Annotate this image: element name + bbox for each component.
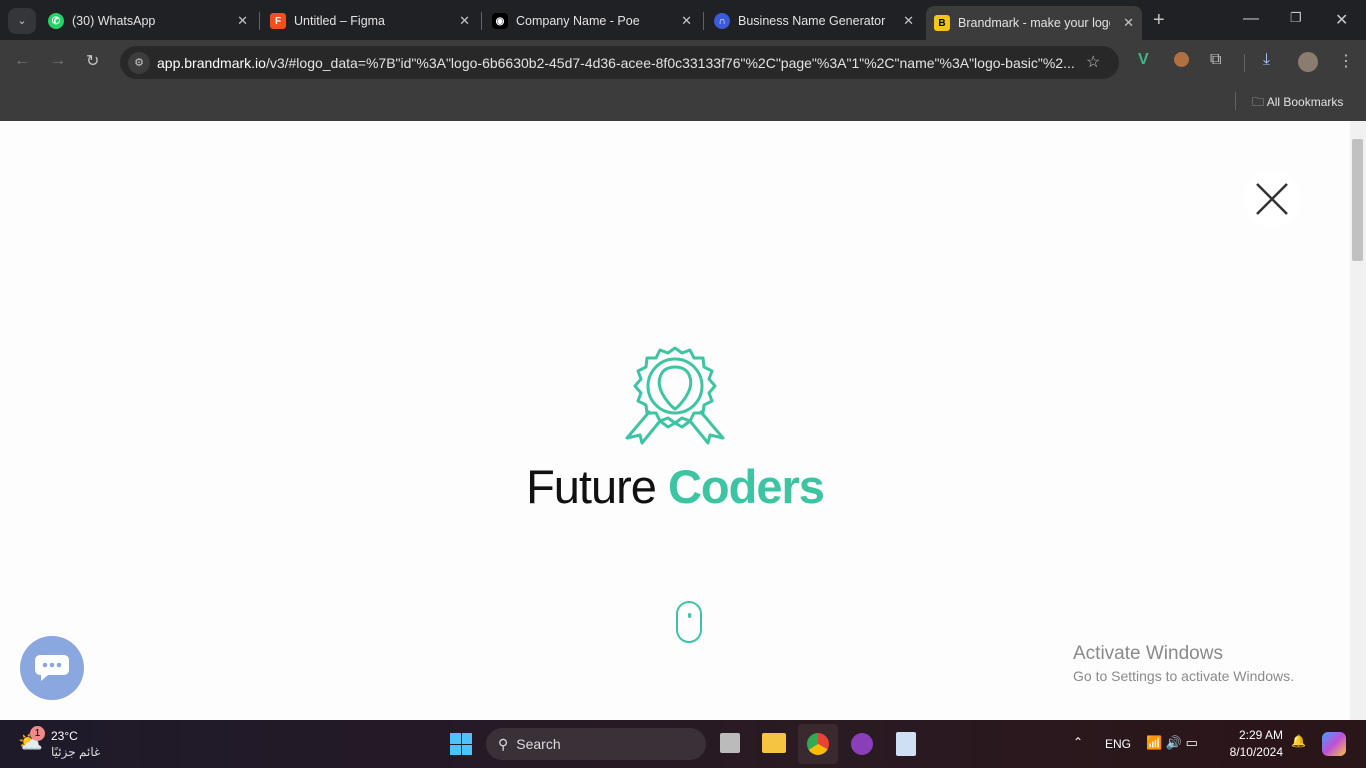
tab-title: (30) WhatsApp — [72, 14, 156, 28]
close-tab-icon[interactable]: ✕ — [903, 13, 914, 29]
close-tab-icon[interactable]: ✕ — [681, 13, 692, 29]
logo-word-future: Future — [526, 460, 657, 513]
url-host: app.brandmark.io — [157, 54, 266, 71]
bookmark-star-icon[interactable]: ☆ — [1086, 52, 1100, 72]
close-tab-icon[interactable]: ✕ — [237, 13, 248, 29]
clock[interactable]: 2:29 AM 8/10/2024 — [1228, 728, 1283, 759]
clock-time: 2:29 AM — [1238, 728, 1283, 742]
namelix-icon: ∩ — [714, 13, 730, 29]
poe-icon: ◉ — [492, 13, 508, 29]
tab-poe[interactable]: ◉ Company Name - Poe ✕ — [484, 8, 700, 34]
watermark-title: Activate Windows — [1073, 643, 1223, 664]
show-hidden-icons[interactable]: ⌃ — [1073, 735, 1083, 749]
back-button[interactable]: ← — [14, 52, 30, 70]
tab-strip: ⌄ ✆ (30) WhatsApp ✕ F Untitled – Figma ✕ ◉ Co… — [0, 0, 1366, 40]
scrollbar-thumb[interactable] — [1352, 139, 1363, 261]
site-settings-icon[interactable]: ⚙ — [128, 52, 150, 74]
chat-button[interactable] — [20, 636, 84, 700]
bookmarks-bar: 🗀 All Bookmarks — [0, 86, 1366, 121]
download-icon[interactable]: ⤓ — [1263, 51, 1270, 69]
weather-badge: 1 — [30, 726, 45, 741]
activate-windows-watermark: Activate Windows Go to Settings to activ… — [1073, 643, 1294, 684]
menu-icon[interactable]: ⋮ — [1338, 51, 1354, 71]
chat-bubble-icon — [35, 655, 69, 681]
whatsapp-icon: ✆ — [48, 13, 64, 29]
close-icon — [1256, 183, 1288, 215]
folder-icon: 🗀 — [1252, 95, 1265, 109]
all-bookmarks-label: All Bookmarks — [1266, 95, 1344, 109]
page-scrollbar[interactable] — [1350, 121, 1366, 720]
chrome-icon — [807, 733, 829, 755]
scroll-mouse-icon — [676, 601, 702, 643]
tab-whatsapp[interactable]: ✆ (30) WhatsApp ✕ — [40, 8, 256, 34]
start-button[interactable] — [450, 733, 472, 755]
logo-word-coders: Coders — [667, 460, 825, 513]
notification-bell-icon[interactable]: 🔔 — [1291, 734, 1306, 748]
close-window-button[interactable]: ✕ — [1335, 10, 1348, 30]
close-tab-icon[interactable]: ✕ — [459, 13, 470, 29]
tab-title: Company Name - Poe — [516, 14, 640, 28]
tab-search-button[interactable]: ⌄ — [8, 8, 36, 34]
wordpad-icon[interactable] — [896, 732, 916, 756]
weather-condition: غائم جزئيًا — [51, 745, 101, 759]
logo-wordmark: Future Coders — [0, 459, 1350, 514]
battery-icon: ▭ — [1185, 735, 1198, 750]
vue-devtools-icon[interactable]: V — [1138, 51, 1149, 69]
close-preview-button[interactable] — [1244, 171, 1300, 227]
search-icon: ⚲ — [498, 735, 509, 752]
network-volume-battery[interactable]: 📶 🔊 ▭ — [1146, 735, 1198, 751]
tab-title: Business Name Generator - I — [738, 14, 888, 28]
taskbar: ⛅ 1 23°C غائم جزئيًا ⚲ Search ⌃ ENG 📶 🔊 ▭… — [0, 720, 1366, 768]
address-bar[interactable]: ⚙ app.brandmark.io/v3/#logo_data=%7B"id"… — [120, 46, 1119, 79]
tab-title: Untitled – Figma — [294, 14, 386, 28]
reload-button[interactable]: ↻ — [86, 51, 99, 71]
restore-button[interactable]: ❐ — [1290, 10, 1302, 26]
new-tab-button[interactable]: + — [1153, 9, 1165, 32]
github-desktop-icon[interactable] — [851, 733, 873, 755]
chrome-taskbar-button[interactable] — [798, 724, 838, 764]
weather-temp: 23°C — [51, 729, 78, 743]
cookie-extension-icon[interactable] — [1174, 52, 1189, 67]
tab-figma[interactable]: F Untitled – Figma ✕ — [262, 8, 478, 34]
watermark-subtitle: Go to Settings to activate Windows. — [1073, 668, 1294, 684]
taskbar-search[interactable]: ⚲ Search — [486, 728, 706, 760]
tab-business-name-generator[interactable]: ∩ Business Name Generator - I ✕ — [706, 8, 922, 34]
figma-icon: F — [270, 13, 286, 29]
clock-date: 8/10/2024 — [1229, 745, 1283, 759]
forward-button[interactable]: → — [50, 52, 66, 70]
task-view-icon[interactable] — [720, 733, 740, 753]
wifi-icon: 📶 — [1146, 735, 1163, 750]
logo-preview: Future Coders — [0, 121, 1350, 720]
tab-title: Brandmark - make your logo — [958, 16, 1110, 30]
browser-toolbar: ← → ↻ ⚙ app.brandmark.io/v3/#logo_data=%… — [0, 40, 1366, 86]
profile-avatar[interactable] — [1298, 52, 1318, 72]
minimize-button[interactable]: — — [1243, 10, 1259, 28]
all-bookmarks-button[interactable]: 🗀 All Bookmarks — [1252, 93, 1343, 114]
extensions-icon[interactable]: ⧉ — [1210, 51, 1221, 69]
tab-brandmark[interactable]: B Brandmark - make your logo ✕ — [926, 6, 1142, 40]
url-path: /v3/#logo_data=%7B"id"%3A"logo-6b6630b2-… — [265, 54, 1075, 71]
brandmark-icon: B — [934, 15, 950, 31]
search-label: Search — [516, 736, 561, 752]
volume-icon: 🔊 — [1165, 735, 1182, 750]
file-explorer-icon[interactable] — [762, 733, 786, 753]
close-tab-icon[interactable]: ✕ — [1123, 15, 1134, 31]
award-badge-icon — [625, 346, 725, 445]
language-indicator[interactable]: ENG — [1105, 737, 1131, 751]
copilot-icon[interactable] — [1322, 732, 1346, 756]
